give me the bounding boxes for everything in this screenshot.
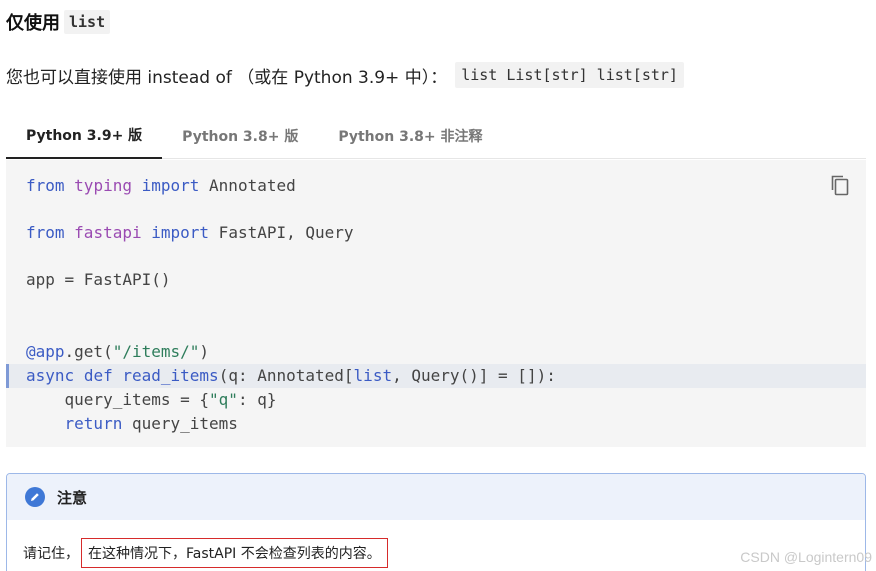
code-token: (q: Annotated[ <box>218 366 354 385</box>
code-token: read_items <box>122 366 219 385</box>
watermark: CSDN @Logintern09 <box>740 549 872 565</box>
code-token: fastapi <box>74 223 142 242</box>
tab-python-39[interactable]: Python 3.9+ 版 <box>6 113 163 159</box>
code-token: : q} <box>237 390 277 409</box>
code-token: typing <box>74 176 132 195</box>
note-body: 请记住， 在这种情况下，FastAPI 不会检查列表的内容。 <box>7 520 865 568</box>
version-tabs: Python 3.9+ 版 Python 3.8+ 版 Python 3.8+ … <box>6 113 866 159</box>
code-line: app = FastAPI() <box>6 268 866 292</box>
code-line: from typing import Annotated <box>6 174 866 198</box>
code-token: query_items <box>122 414 238 433</box>
code-token: list <box>353 366 393 385</box>
code-token: @app <box>26 342 65 361</box>
code-token: query_items = { <box>26 390 210 409</box>
code-token: async <box>26 366 75 385</box>
code-line: @app.get("/items/") <box>6 340 866 364</box>
code-token: return <box>64 414 123 433</box>
code-token: , Query()] = []): <box>392 366 556 385</box>
code-block: from typing import Annotated from fastap… <box>6 160 866 447</box>
note-prefix: 请记住， <box>23 546 79 562</box>
note-title: 注意 <box>57 488 88 507</box>
code-token: def <box>83 366 113 385</box>
code-token: .get( <box>64 342 113 361</box>
code-token: ) <box>199 342 210 361</box>
code-line: return query_items <box>6 412 866 436</box>
code-line: query_items = {"q": q} <box>6 388 866 412</box>
heading-text: 仅使用 <box>6 13 60 34</box>
section-heading: 仅使用 list <box>6 7 111 37</box>
note-highlighted-text: 在这种情况下，FastAPI 不会检查列表的内容。 <box>81 538 388 568</box>
description-paragraph: 您也可以直接使用 instead of （或在 Python 3.9+ 中）： … <box>6 61 684 89</box>
pencil-icon <box>25 487 45 507</box>
code-token: import <box>141 176 200 195</box>
code-token: FastAPI, Query <box>209 223 354 242</box>
copy-icon[interactable] <box>830 174 850 196</box>
code-token: app = FastAPI() <box>26 270 171 289</box>
code-line-highlighted: async def read_items(q: Annotated[list, … <box>6 364 866 388</box>
code-token: from <box>26 223 65 242</box>
code-token: "q" <box>209 390 238 409</box>
tab-python-38[interactable]: Python 3.8+ 版 <box>162 113 318 159</box>
code-line: from fastapi import FastAPI, Query <box>6 221 866 245</box>
code-token: from <box>26 176 65 195</box>
heading-code: list <box>64 10 111 34</box>
note-header: 注意 <box>7 474 865 520</box>
paragraph-code: list List[str] list[str] <box>455 62 684 88</box>
code-token: "/items/" <box>112 342 200 361</box>
note-admonition: 注意 请记住， 在这种情况下，FastAPI 不会检查列表的内容。 <box>6 473 866 571</box>
paragraph-text: 您也可以直接使用 instead of （或在 Python 3.9+ 中）： <box>6 67 448 88</box>
code-token: Annotated <box>199 176 296 195</box>
code-token: import <box>151 223 210 242</box>
tab-python-38-non-annotated[interactable]: Python 3.8+ 非注释 <box>318 113 502 159</box>
